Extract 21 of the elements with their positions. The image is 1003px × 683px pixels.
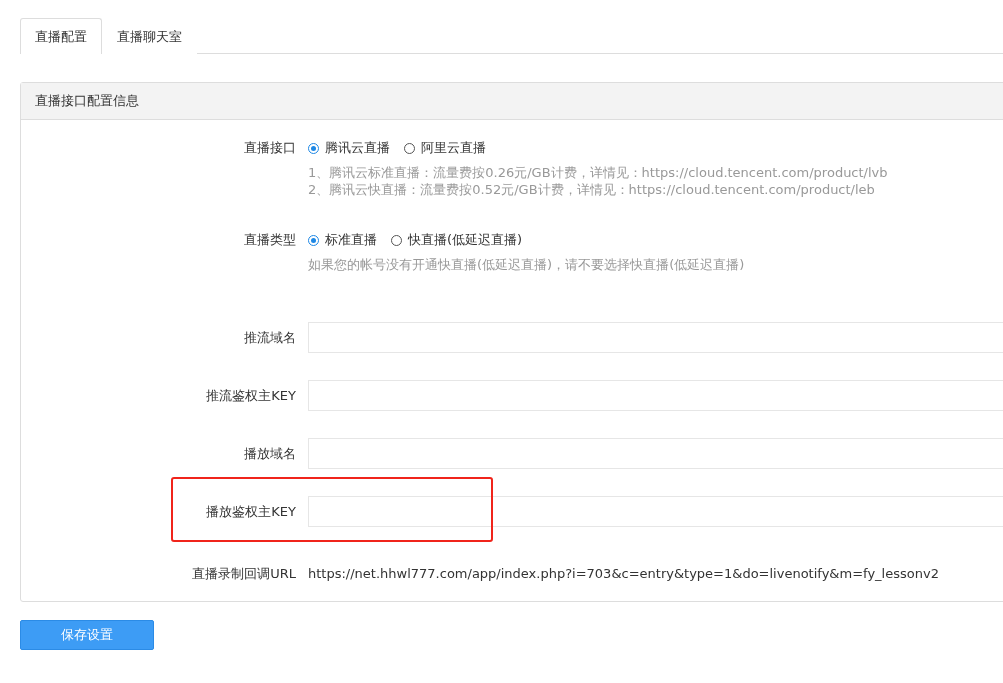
help-text: 如果您的帐号没有开通快直播(低延迟直播)，请不要选择快直播(低延迟直播) (308, 256, 746, 273)
field-label: 播放鉴权主KEY (205, 503, 297, 521)
url-text: https://net.hhwl777.com/app/index.php?i=703&c=entry&type=1&do=livenotify&m=fy_lessonv2 (308, 566, 939, 581)
radio-option[interactable]: 阿里云直播 (404, 139, 486, 157)
field-label: 推流鉴权主KEY (205, 387, 297, 405)
input-field[interactable] (308, 380, 1003, 411)
radio-option[interactable]: 腾讯云直播 (308, 139, 390, 157)
tab[interactable]: 直播配置 (20, 18, 102, 54)
field-label: 播放域名 (243, 445, 297, 463)
field-label: 推流域名 (243, 329, 297, 347)
help-text: 1、腾讯云标准直播：流量费按0.26元/GB计费，详情见：https://cloud.tencent.com/product/lvb (308, 164, 889, 181)
input-field[interactable] (308, 322, 1003, 353)
field-label: 直播录制回调URL (191, 565, 297, 583)
field-label: 直播类型 (243, 231, 297, 249)
radio-option[interactable]: 快直播(低延迟直播) (391, 231, 523, 249)
radio-option[interactable]: 标准直播 (308, 231, 377, 249)
help-text: 2、腾讯云快直播：流量费按0.52元/GB计费，详情见：https://cloud.tencent.com/product/leb (308, 181, 876, 198)
panel-title: 直播接口配置信息 (35, 92, 139, 110)
input-field[interactable] (308, 496, 1003, 527)
input-field[interactable] (308, 438, 1003, 469)
field-label: 直播接口 (243, 139, 297, 157)
